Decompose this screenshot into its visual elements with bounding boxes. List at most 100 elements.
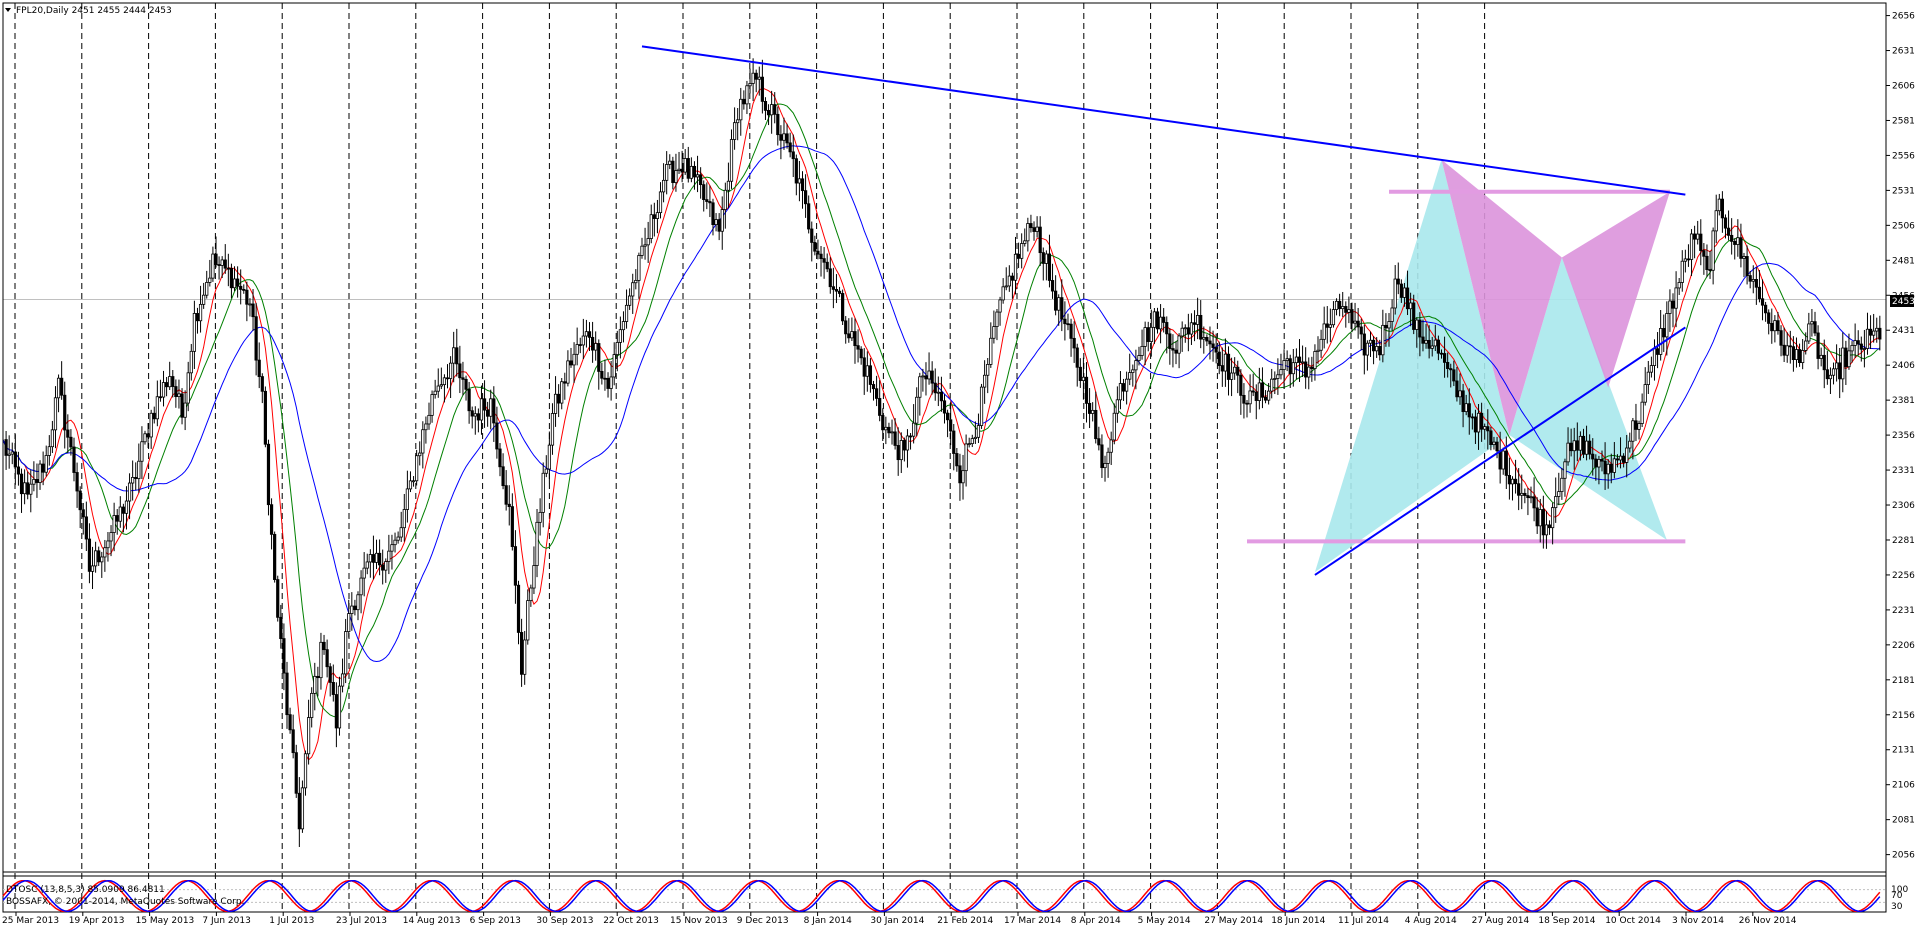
candle-body <box>584 331 589 337</box>
candle-body <box>1307 366 1311 378</box>
candle-body <box>1578 435 1582 451</box>
candle-body <box>859 348 863 359</box>
candle-body <box>84 516 88 540</box>
x-tick-label: 21 Feb 2014 <box>937 916 993 926</box>
candle-body <box>1739 237 1743 259</box>
candle-body <box>32 479 36 485</box>
candle-body <box>513 546 518 586</box>
candle-body <box>1016 253 1021 259</box>
x-tick-label: 27 May 2014 <box>1204 916 1263 926</box>
candle-body <box>1699 233 1703 251</box>
candle-body <box>461 377 465 380</box>
candle-body <box>1696 233 1700 240</box>
candle-body <box>729 139 734 182</box>
candle-body <box>983 374 987 388</box>
candle-body <box>1841 347 1845 380</box>
candle-body <box>553 393 558 414</box>
candle-body <box>1868 328 1873 336</box>
candle-body <box>1165 322 1169 335</box>
osc-scale-70: 70 <box>1891 891 1903 901</box>
candle-body <box>405 488 409 510</box>
candle-body <box>1325 323 1329 328</box>
candle-body <box>1794 349 1799 360</box>
candle-body <box>523 639 527 675</box>
candle-body <box>436 385 440 392</box>
candle-body <box>1618 455 1623 461</box>
candle-body <box>1004 285 1008 288</box>
candle-body <box>427 414 431 425</box>
candle-body <box>547 444 551 470</box>
candle-body <box>1285 358 1289 361</box>
candle-body <box>507 503 511 508</box>
candle-body <box>103 547 107 558</box>
candle-body <box>708 201 712 204</box>
candle-body <box>1470 416 1474 419</box>
oscillator-line-fast <box>2 879 1881 913</box>
candle-body <box>1554 496 1558 509</box>
candle-body <box>90 565 95 572</box>
candle-body <box>1356 320 1360 328</box>
candle-body <box>1689 233 1694 260</box>
candle-body <box>1439 352 1444 355</box>
candle-body <box>850 331 854 339</box>
candle-body <box>1226 353 1231 380</box>
candle-body <box>1276 374 1280 379</box>
candle-body <box>171 376 175 387</box>
candle-body <box>1557 491 1561 497</box>
candle-body <box>340 673 345 687</box>
candle-body <box>186 372 190 404</box>
candle-body <box>1328 324 1332 328</box>
candle-body <box>458 363 462 379</box>
candle-body <box>1291 362 1295 375</box>
candle-body <box>13 451 17 468</box>
candle-body <box>535 521 539 566</box>
candle-body <box>1779 330 1783 346</box>
candle-body <box>1872 330 1876 336</box>
candle-body <box>60 377 64 396</box>
candle-body <box>658 191 663 214</box>
candle-body <box>952 430 956 454</box>
candle-body <box>874 388 879 399</box>
candle-body <box>862 357 866 377</box>
candle-body <box>1128 372 1132 380</box>
candle-body <box>97 550 101 563</box>
candle-body <box>516 584 521 633</box>
candle-body <box>1081 376 1086 382</box>
x-tick-label: 8 Jan 2014 <box>804 916 852 926</box>
candle-body <box>87 538 92 572</box>
candle-body <box>1813 321 1817 334</box>
candle-body <box>177 393 181 398</box>
candle-body <box>1087 402 1092 414</box>
candle-body <box>183 402 187 418</box>
candle-body <box>661 179 666 193</box>
candle-body <box>7 453 11 456</box>
candle-body <box>1402 287 1407 298</box>
candle-body <box>220 259 224 266</box>
candle-body <box>1347 309 1351 313</box>
candle-body <box>473 413 477 417</box>
y-tick-label: 2181 <box>1892 676 1915 686</box>
candle-body <box>1072 337 1076 349</box>
dropdown-triangle-icon[interactable] <box>5 8 11 12</box>
candle-body <box>871 384 876 390</box>
candle-body <box>328 666 332 683</box>
candle-body <box>1297 356 1302 363</box>
candle-body <box>1384 324 1388 329</box>
candle-body <box>800 178 805 192</box>
candle-body <box>1810 321 1814 325</box>
candle-body <box>1575 440 1579 451</box>
candle-body <box>1464 403 1468 413</box>
candle-body <box>78 490 82 511</box>
candle-body <box>1094 409 1098 440</box>
candle-body <box>1060 297 1064 320</box>
candle-body <box>1171 348 1175 351</box>
candle-body <box>674 170 678 183</box>
candle-body <box>1282 360 1286 370</box>
x-tick-label: 15 Nov 2013 <box>670 916 728 926</box>
x-tick-label: 10 Oct 2014 <box>1605 916 1661 926</box>
candle-body <box>1581 435 1586 455</box>
candle-body <box>844 320 848 335</box>
x-tick-label: 22 Oct 2013 <box>603 916 659 926</box>
candle-body <box>1720 198 1724 219</box>
candle-body <box>557 393 561 404</box>
